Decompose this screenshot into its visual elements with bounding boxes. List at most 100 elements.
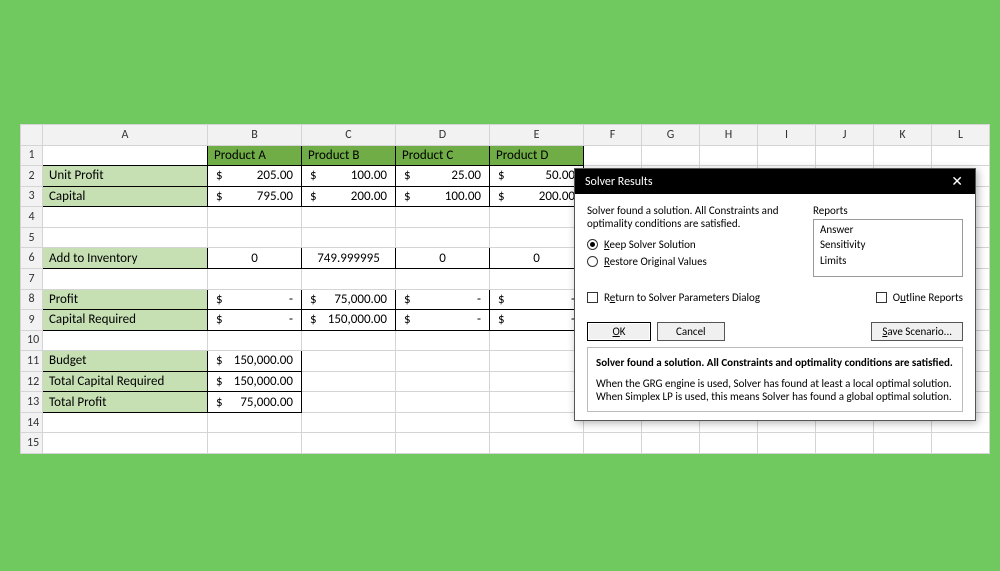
cell[interactable] (490, 371, 584, 392)
cell-A1[interactable] (43, 145, 208, 166)
cell-B2[interactable]: $205.00 (208, 166, 302, 187)
cell[interactable] (302, 392, 396, 413)
row-header[interactable]: 7 (21, 268, 43, 289)
row-header[interactable]: 5 (21, 227, 43, 248)
row-header[interactable]: 13 (21, 392, 43, 413)
cell[interactable] (490, 412, 584, 433)
cell[interactable] (43, 227, 208, 248)
cell-D1[interactable]: Product C (396, 145, 490, 166)
cell[interactable] (396, 227, 490, 248)
row-header[interactable]: 8 (21, 289, 43, 310)
reports-listbox[interactable]: Answer Sensitivity Limits (813, 219, 963, 277)
cell[interactable] (302, 351, 396, 372)
cell-E1[interactable]: Product D (490, 145, 584, 166)
row-header[interactable]: 12 (21, 371, 43, 392)
cell[interactable] (43, 330, 208, 351)
cell[interactable] (490, 227, 584, 248)
table-row[interactable]: 1 Product A Product B Product C Product … (21, 145, 990, 166)
row-header[interactable]: 1 (21, 145, 43, 166)
cell[interactable] (490, 351, 584, 372)
cell[interactable] (584, 145, 642, 166)
cell[interactable] (700, 433, 758, 454)
cell-C3[interactable]: $200.00 (302, 186, 396, 207)
cell-A6[interactable]: Add to Inventory (43, 248, 208, 269)
row-header[interactable]: 15 (21, 433, 43, 454)
cell[interactable] (208, 433, 302, 454)
col-header-L[interactable]: L (932, 125, 990, 146)
table-row[interactable]: 15 (21, 433, 990, 454)
dialog-titlebar[interactable]: Solver Results ✕ (575, 169, 975, 194)
cell[interactable] (490, 268, 584, 289)
cell[interactable] (396, 207, 490, 228)
cell-C1[interactable]: Product B (302, 145, 396, 166)
cell[interactable] (396, 412, 490, 433)
cell-A3[interactable]: Capital (43, 186, 208, 207)
cell-D9[interactable]: $- (396, 310, 490, 331)
col-header-H[interactable]: H (700, 125, 758, 146)
row-header[interactable]: 9 (21, 310, 43, 331)
col-header-E[interactable]: E (490, 125, 584, 146)
col-header-J[interactable]: J (816, 125, 874, 146)
col-header-F[interactable]: F (584, 125, 642, 146)
col-header-I[interactable]: I (758, 125, 816, 146)
save-scenario-button[interactable]: Save Scenario... (871, 322, 963, 341)
cell-C9[interactable]: $150,000.00 (302, 310, 396, 331)
cell[interactable] (208, 268, 302, 289)
cell[interactable] (302, 412, 396, 433)
col-header-A[interactable]: A (43, 125, 208, 146)
cell[interactable] (43, 207, 208, 228)
cell-D3[interactable]: $100.00 (396, 186, 490, 207)
cell-B3[interactable]: $795.00 (208, 186, 302, 207)
cell-A11[interactable]: Budget (43, 351, 208, 372)
row-header[interactable]: 4 (21, 207, 43, 228)
cell[interactable] (302, 330, 396, 351)
report-option-limits[interactable]: Limits (820, 253, 956, 268)
cancel-button[interactable]: Cancel (657, 322, 725, 341)
cell[interactable] (396, 330, 490, 351)
report-option-answer[interactable]: Answer (820, 222, 956, 237)
cell[interactable] (396, 351, 490, 372)
cell[interactable] (208, 207, 302, 228)
cell[interactable] (490, 330, 584, 351)
row-header[interactable]: 3 (21, 186, 43, 207)
cell-B9[interactable]: $- (208, 310, 302, 331)
cell[interactable] (208, 227, 302, 248)
cell-E9[interactable]: $- (490, 310, 584, 331)
cell-C6[interactable]: 749.999995 (302, 248, 396, 269)
checkbox-return-params[interactable]: Return to Solver Parameters Dialog (587, 291, 760, 304)
cell-B6[interactable]: 0 (208, 248, 302, 269)
cell-C2[interactable]: $100.00 (302, 166, 396, 187)
cell-E8[interactable]: $- (490, 289, 584, 310)
cell[interactable] (302, 268, 396, 289)
cell[interactable] (396, 371, 490, 392)
cell[interactable] (816, 145, 874, 166)
row-header[interactable]: 14 (21, 412, 43, 433)
col-header-C[interactable]: C (302, 125, 396, 146)
radio-restore-values[interactable]: Restore Original Values (587, 255, 799, 268)
cell-A9[interactable]: Capital Required (43, 310, 208, 331)
cell[interactable] (642, 145, 700, 166)
cell[interactable] (43, 433, 208, 454)
cell-C8[interactable]: $75,000.00 (302, 289, 396, 310)
cell-A13[interactable]: Total Profit (43, 392, 208, 413)
cell[interactable] (302, 227, 396, 248)
radio-keep-solution[interactable]: Keep Solver Solution (587, 238, 799, 251)
cell-D6[interactable]: 0 (396, 248, 490, 269)
row-header[interactable]: 6 (21, 248, 43, 269)
row-header[interactable]: 10 (21, 330, 43, 351)
cell-A8[interactable]: Profit (43, 289, 208, 310)
cell[interactable] (43, 412, 208, 433)
cell[interactable] (642, 433, 700, 454)
col-header-G[interactable]: G (642, 125, 700, 146)
row-header[interactable]: 2 (21, 166, 43, 187)
cell[interactable] (490, 207, 584, 228)
col-header-B[interactable]: B (208, 125, 302, 146)
cell-D2[interactable]: $25.00 (396, 166, 490, 187)
cell[interactable] (758, 145, 816, 166)
cell[interactable] (490, 433, 584, 454)
ok-button[interactable]: OK (587, 322, 651, 341)
cell-E6[interactable]: 0 (490, 248, 584, 269)
cell-B13[interactable]: $75,000.00 (208, 392, 302, 413)
col-header-D[interactable]: D (396, 125, 490, 146)
cell[interactable] (758, 433, 816, 454)
